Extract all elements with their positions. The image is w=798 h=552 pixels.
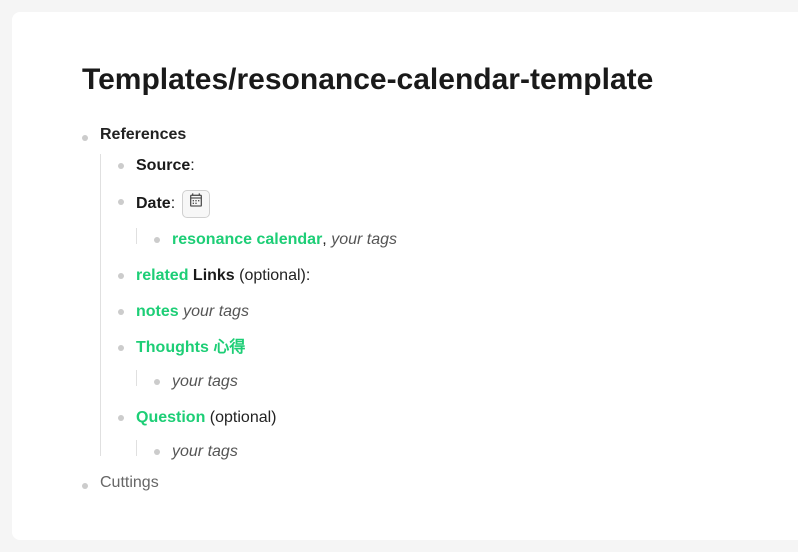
resonance-calendar-link[interactable]: resonance calendar — [172, 231, 322, 248]
resonance-row: resonance calendar, your tags — [154, 228, 740, 252]
question-tags: your tags — [172, 443, 238, 460]
resonance-sep: , — [322, 231, 331, 248]
document-page: Templates/resonance-calendar-template Re… — [12, 12, 798, 540]
related-links-label: Links — [188, 267, 239, 284]
thoughts-tags: your tags — [172, 373, 238, 390]
source-colon: : — [190, 157, 194, 174]
related-links-row: related Links (optional): — [118, 264, 740, 288]
calendar-icon — [188, 192, 204, 216]
outline-root: References Source: Date: resonance calen — [82, 126, 740, 492]
page-title: Templates/resonance-calendar-template — [82, 62, 740, 98]
source-label: Source — [136, 157, 190, 174]
question-optional: (optional) — [210, 409, 277, 426]
related-link[interactable]: related — [136, 267, 188, 284]
date-picker-button[interactable] — [182, 190, 210, 218]
date-children: resonance calendar, your tags — [136, 228, 740, 252]
question-tags-row: your tags — [154, 440, 740, 464]
related-optional: (optional): — [239, 267, 310, 284]
resonance-tags: your tags — [331, 231, 397, 248]
references-children: Source: Date: resonance calendar, your t… — [100, 154, 740, 464]
notes-tags: your tags — [183, 303, 249, 320]
cuttings-label: Cuttings — [100, 474, 159, 491]
thoughts-tags-row: your tags — [154, 370, 740, 394]
date-label: Date — [136, 195, 171, 212]
question-link[interactable]: Question — [136, 409, 205, 426]
references-heading[interactable]: References — [100, 126, 186, 143]
cuttings-block: Cuttings — [82, 474, 740, 492]
references-block: References Source: Date: resonance calen — [82, 126, 740, 464]
date-row: Date: resonance calendar, your tags — [118, 190, 740, 252]
notes-link[interactable]: notes — [136, 303, 179, 320]
question-children: your tags — [136, 440, 740, 464]
date-colon: : — [171, 195, 180, 212]
question-row: Question (optional) your tags — [118, 406, 740, 464]
thoughts-row: Thoughts 心得 your tags — [118, 336, 740, 394]
thoughts-link[interactable]: Thoughts 心得 — [136, 339, 245, 356]
notes-row: notes your tags — [118, 300, 740, 324]
thoughts-children: your tags — [136, 370, 740, 394]
source-row: Source: — [118, 154, 740, 178]
